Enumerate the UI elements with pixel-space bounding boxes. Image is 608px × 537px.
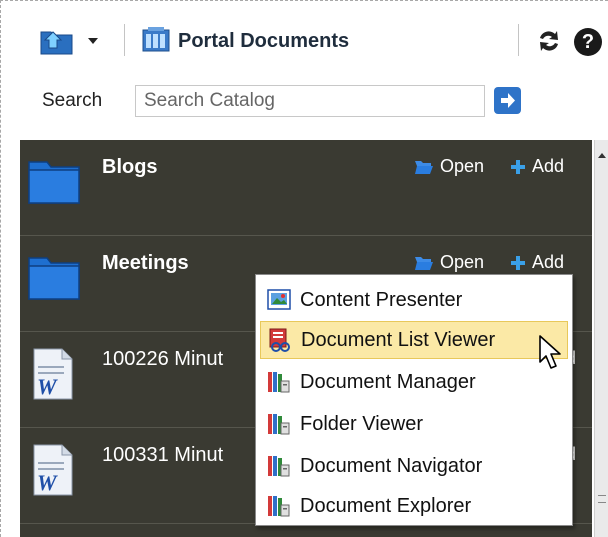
word-document-icon: W	[32, 348, 74, 405]
menu-item-document-manager[interactable]: Document Manager	[260, 363, 568, 401]
item-title[interactable]: 100331 Minut	[102, 444, 223, 467]
item-title[interactable]: Meetings	[102, 252, 189, 275]
arrow-right-icon	[501, 93, 515, 108]
open-label: Open	[440, 156, 485, 176]
plus-icon	[511, 255, 525, 270]
add-label: Add	[532, 156, 565, 176]
list-item[interactable]: Blogs Open Add	[20, 140, 592, 236]
open-label: Open	[440, 252, 485, 272]
item-title[interactable]: 100226 Minut	[102, 348, 223, 371]
open-folder-icon	[415, 256, 433, 270]
word-document-icon: W	[32, 444, 74, 501]
chevron-down-icon[interactable]	[86, 34, 100, 46]
open-folder-icon	[415, 160, 433, 174]
breadcrumb-label: Portal Documents	[178, 29, 350, 52]
open-link[interactable]: Open	[414, 252, 484, 273]
menu-item-document-explorer[interactable]: Document Explorer	[260, 487, 568, 525]
svg-text:W: W	[37, 470, 58, 495]
help-icon[interactable]: ?	[574, 28, 602, 56]
scrollbar[interactable]	[594, 140, 608, 537]
search-label: Search	[42, 90, 103, 111]
scroll-grip[interactable]	[598, 495, 606, 503]
scroll-up-icon[interactable]	[597, 148, 607, 158]
add-link[interactable]: Add	[510, 252, 564, 273]
add-link[interactable]: Add	[510, 156, 564, 177]
frame-border-left	[0, 0, 1, 537]
add-label: Add	[532, 252, 565, 272]
menu-item-label: Document Manager	[300, 370, 476, 393]
document-navigator-icon	[268, 456, 290, 477]
document-list-viewer-icon	[269, 328, 290, 352]
toolbar-divider	[124, 24, 125, 56]
menu-item-content-presenter[interactable]: Content Presenter	[260, 281, 568, 319]
folder-icon	[28, 254, 80, 305]
content-presenter-icon	[267, 289, 291, 310]
add-task-flow-menu: Content Presenter Document List Viewer D…	[255, 274, 573, 526]
menu-item-label: Document Explorer	[300, 494, 472, 517]
search-input[interactable]	[135, 85, 485, 117]
folder-icon	[28, 158, 80, 209]
toolbar: Portal Documents ?	[0, 0, 608, 78]
breadcrumb-portal-documents[interactable]: Portal Documents	[142, 26, 349, 56]
plus-icon	[511, 159, 525, 174]
document-library-icon	[142, 26, 170, 57]
search-go-button[interactable]	[494, 87, 521, 114]
menu-item-label: Content Presenter	[300, 288, 463, 311]
toolbar-divider	[518, 24, 519, 56]
menu-item-folder-viewer[interactable]: Folder Viewer	[260, 405, 568, 443]
refresh-icon[interactable]	[536, 28, 562, 54]
document-explorer-icon	[268, 496, 290, 517]
menu-item-document-navigator[interactable]: Document Navigator	[260, 447, 568, 485]
open-link[interactable]: Open	[414, 156, 484, 177]
menu-item-label: Document List Viewer	[301, 328, 496, 351]
menu-item-label: Document Navigator	[300, 454, 483, 477]
menu-item-document-list-viewer[interactable]: Document List Viewer	[260, 321, 568, 359]
document-manager-icon	[268, 372, 290, 393]
folder-up-icon[interactable]	[40, 26, 74, 56]
folder-viewer-icon	[268, 414, 290, 435]
menu-item-label: Folder Viewer	[300, 412, 424, 435]
item-title[interactable]: Blogs	[102, 156, 158, 179]
svg-text:W: W	[37, 374, 58, 399]
